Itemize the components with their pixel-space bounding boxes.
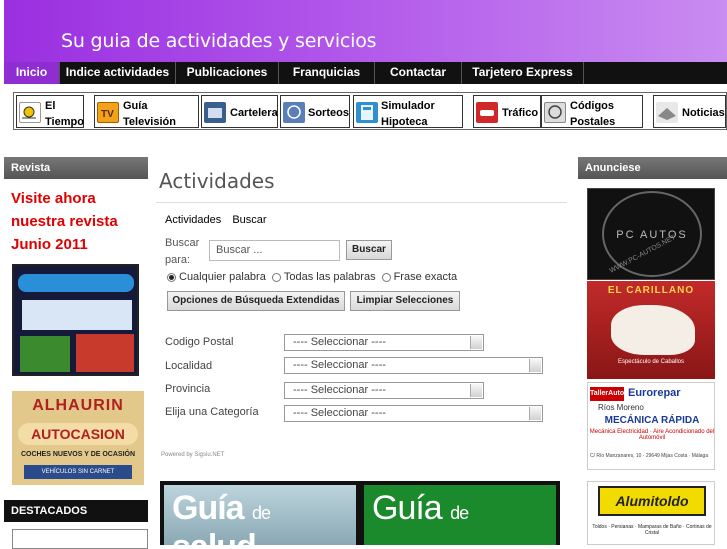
service-cartelera[interactable]: Cartelera [201, 95, 278, 128]
service-codigos-postales[interactable]: Códigos Postales [541, 95, 643, 128]
nav-tab-indice-actividades[interactable]: Indice actividades [60, 62, 176, 84]
radio-todas-las-palabras[interactable]: Todas las palabras [271, 271, 376, 283]
radio-checked-icon [167, 272, 176, 282]
filter-label-localidad: Localidad [165, 360, 213, 372]
filter-select-provincia[interactable]: ---- Seleccionar ---- [284, 382, 484, 399]
filter-select-codigo-postal[interactable]: ---- Seleccionar ---- [284, 334, 484, 351]
site-slogan: Su guia de actividades y servicios [61, 30, 377, 52]
tv-icon: TV [97, 102, 119, 123]
car-icon [476, 102, 498, 123]
revista-promo-text[interactable]: Visite ahora nuestra revista Junio 2011 [4, 179, 148, 256]
alumitoldo-ad[interactable]: Alumitoldo Toldos · Persianas · Mamparas… [587, 481, 715, 545]
chevron-down-icon [529, 407, 541, 420]
pc-autos-ad[interactable]: PC AUTOS WWW.PC-AUTOS.NET [587, 188, 715, 280]
weather-icon [19, 102, 41, 123]
nav-tab-contactar[interactable]: Contactar [375, 62, 462, 84]
service-sorteos[interactable]: Sorteos [280, 95, 350, 128]
radio-frase-exacta[interactable]: Frase exacta [381, 271, 457, 283]
magazine-cover-image[interactable] [12, 264, 139, 376]
site-header: Su guia de actividades y servicios [4, 0, 727, 62]
main-nav: Inicio Indice actividades Publicaciones … [4, 62, 727, 84]
guia-salud-banner[interactable]: Guía de salud [164, 485, 356, 545]
radio-unchecked-icon [271, 272, 281, 282]
cinema-icon [204, 102, 226, 123]
filter-select-localidad[interactable]: ---- Seleccionar ---- [284, 357, 543, 374]
search-input[interactable]: Buscar ... [209, 240, 340, 261]
radio-cualquier-palabra[interactable]: Cualquier palabra [167, 271, 266, 283]
clear-selections-button[interactable]: Limpiar Selecciones [350, 291, 460, 311]
nav-tab-franquicias[interactable]: Franquicias [279, 62, 375, 84]
eurorepar-ad[interactable]: TallerAuto Eurorepar Ríos Moreno MECÁNIC… [587, 382, 715, 470]
radio-unchecked-icon [381, 272, 391, 282]
news-icon [656, 102, 678, 123]
guides-promo-banner[interactable]: Guía de salud Guía de [160, 481, 560, 545]
chevron-down-icon [470, 336, 482, 349]
filter-label-categoria: Elija una Categoría [165, 406, 259, 418]
post-icon [544, 102, 566, 123]
calculator-icon [356, 102, 378, 123]
main-content: Actividades Actividades Buscar Buscar pa… [148, 157, 578, 545]
title-divider [156, 202, 567, 203]
left-sidebar: Revista Visite ahora nuestra revista Jun… [4, 157, 148, 549]
breadcrumb-buscar: Buscar [232, 214, 267, 226]
page-title: Actividades [159, 169, 275, 193]
powered-by[interactable]: Powered by Sigsiu.NET [161, 452, 224, 458]
filter-label-provincia: Provincia [165, 383, 211, 395]
service-el-tiempo[interactable]: El Tiempo [16, 95, 84, 128]
service-noticias[interactable]: Noticias [653, 95, 726, 128]
chevron-down-icon [529, 359, 541, 372]
breadcrumb: Actividades Buscar [165, 214, 275, 226]
guia-restaurantes-banner[interactable]: Guía de [364, 485, 556, 545]
lottery-icon [283, 102, 305, 123]
service-trafico[interactable]: Tráfico [473, 95, 541, 128]
svg-text:TV: TV [101, 109, 114, 120]
nav-tab-tarjetero-express[interactable]: Tarjetero Express [462, 62, 584, 84]
chevron-down-icon [470, 384, 482, 397]
autocasion-ad[interactable]: ALHAURIN AUTOCASION COCHES NUEVOS Y DE O… [12, 391, 144, 485]
breadcrumb-actividades[interactable]: Actividades [165, 214, 221, 226]
revista-header: Revista [4, 157, 148, 179]
nav-tab-publicaciones[interactable]: Publicaciones [176, 62, 279, 84]
search-mode-group: Cualquier palabra Todas las palabras Fra… [167, 271, 459, 283]
destacados-header: DESTACADOS [4, 500, 148, 522]
anunciese-header: Anunciese [578, 157, 727, 179]
service-guia-television[interactable]: TV Guía Televisión [94, 95, 199, 128]
filter-select-categoria[interactable]: ---- Seleccionar ---- [284, 405, 543, 422]
nav-tab-inicio[interactable]: Inicio [4, 62, 60, 84]
service-simulador-hipoteca[interactable]: Simulador Hipoteca [353, 95, 463, 128]
filter-label-codigo-postal: Codigo Postal [165, 336, 234, 348]
destacados-box [12, 529, 148, 549]
advanced-options-button[interactable]: Opciones de Búsqueda Extendidas [167, 291, 345, 311]
search-button[interactable]: Buscar [346, 240, 392, 260]
services-icon-bar: El Tiempo TV Guía Televisión Cartelera S… [13, 92, 727, 130]
search-label: Buscar para: [165, 237, 200, 266]
right-sidebar: Anunciese PC AUTOS WWW.PC-AUTOS.NET EL C… [578, 157, 727, 545]
circus-ad[interactable]: EL CARILLANO Espectáculo de Caballos [587, 281, 715, 379]
